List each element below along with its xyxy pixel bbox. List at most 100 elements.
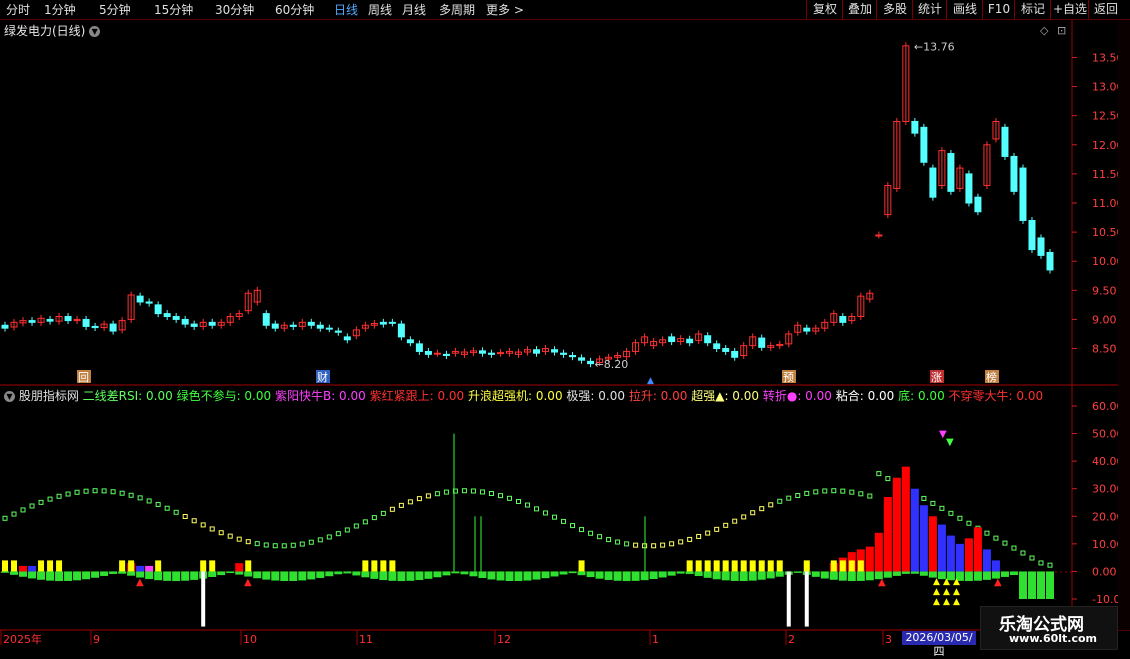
super-strong-icon: ▲ [933,597,940,607]
rsi-mark [344,527,350,533]
candle-body [91,325,99,329]
selected-date: 2026/03/05/四 [902,631,976,658]
down-bar [19,571,28,577]
rsi-mark [128,492,134,498]
down-bar [793,571,802,573]
indicator-field-4: 升浪超强机: 0.00 [464,389,563,403]
down-bar [55,571,64,582]
right-scrollbar[interactable] [1118,20,1130,630]
yellow-bar [200,560,207,572]
rsi-mark [543,510,549,516]
rsi-mark [885,476,891,482]
candle-body [415,343,423,352]
rsi-mark [831,488,837,494]
down-bar [433,571,442,578]
up-bar [982,549,991,572]
down-bar [100,571,109,576]
yellow-bar [722,560,729,572]
candle-body [1046,251,1054,271]
chart-frame: ◇ ⊡ [0,20,1130,631]
candle-body [397,323,405,338]
down-bar [532,571,541,580]
down-bar [442,571,451,576]
rsi-mark [506,495,512,501]
candle-body [316,324,324,329]
candle-body [289,324,297,327]
rsi-mark [768,502,774,508]
rsi-mark [525,502,530,508]
down-bar [496,571,505,581]
indicator-field-5: 极强: 0.00 [562,389,625,403]
down-bar [154,571,163,581]
down-bar [415,571,424,581]
down-bar [73,571,82,581]
yellow-bar [857,560,864,572]
down-bar [217,571,226,576]
yellow-bar [11,560,18,572]
candle-body [154,304,162,315]
super-strong-icon: ▲ [933,587,940,597]
candle-body [28,320,36,323]
up-bar [910,488,919,572]
indicator-field-10: 底: 0.00 [894,389,945,403]
down-bar [667,571,676,576]
down-bar [307,571,316,580]
yellow-bar [686,560,693,572]
indicator-field-7: 超强▲: 0.00 [687,389,760,403]
indicator-field-11: 不穿零大牛: 0.00 [944,389,1044,403]
rsi-mark [1029,555,1035,561]
rsi-mark [200,522,206,528]
rsi-mark [777,498,783,504]
candle-body [487,352,495,355]
candle-body [181,318,189,325]
up-bar [883,496,892,572]
down-bar [172,571,181,582]
yellow-bar [776,560,783,572]
rsi-mark [552,514,558,520]
down-bar [838,571,847,581]
candle-body [190,323,198,327]
down-bar [64,571,73,581]
candle-body [379,321,387,325]
up-bar [874,532,883,572]
price-high-marker: ←13.76 [914,40,955,53]
down-bar [919,571,928,576]
yellow-bar [803,560,810,572]
rsi-mark [948,510,954,516]
yellow-bar [119,560,126,572]
rsi-mark [723,522,729,528]
up-bar [136,565,145,572]
up-bar [892,477,901,572]
rsi-mark [308,539,314,545]
down-bar [775,571,784,577]
rsi-mark [804,490,810,496]
rsi-mark [732,518,738,524]
white-spike [786,571,791,627]
down-bar [352,571,361,576]
down-bar [703,571,712,578]
rsi-mark [497,493,503,499]
candle-body [839,316,847,323]
indicator-field-9: 粘合: 0.00 [831,389,895,403]
rsi-mark [92,488,98,494]
down-bar [46,571,55,581]
down-bar [640,571,649,581]
indicator-menu-icon[interactable]: ▼ [4,391,15,402]
rsi-mark [173,509,179,515]
candle-body [1037,237,1045,256]
rsi-mark [624,541,630,547]
up-bar [145,565,154,572]
rsi-mark [840,488,846,494]
down-bar [82,571,91,580]
rsi-mark [164,505,170,511]
super-strong-icon: ▲ [943,577,950,587]
indicator-tick-label: 0.00 [1092,565,1117,578]
down-bar [1036,571,1045,599]
rsi-mark [407,499,413,505]
down-bar [244,571,253,577]
candle-body [1,324,9,329]
yellow-bar [2,560,8,572]
down-bar [388,571,397,581]
yellow-bar [767,560,774,572]
super-strong-icon: ▲ [933,577,940,587]
